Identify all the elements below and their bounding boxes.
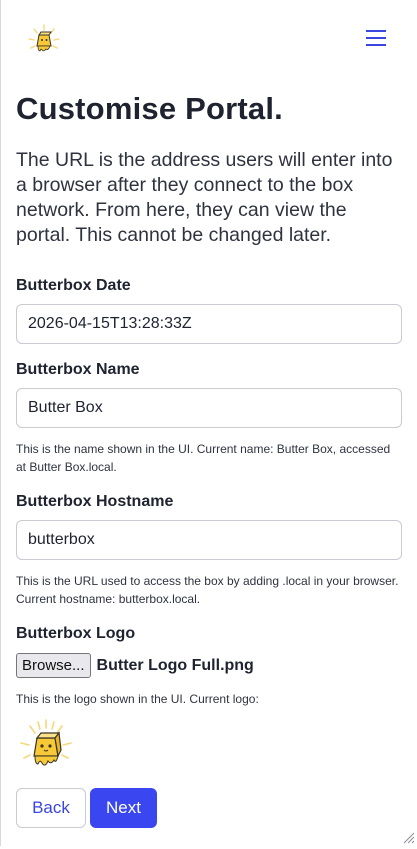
page-description: The URL is the address users will enter …	[16, 149, 393, 246]
next-button[interactable]: Next	[90, 788, 157, 828]
logo-label: Butterbox Logo	[16, 625, 136, 642]
page-title: Customise Portal.	[16, 91, 283, 126]
hostname-value: butterbox	[28, 531, 95, 548]
current-logo-image	[16, 716, 76, 776]
logo-help-text: This is the logo shown in the UI. Curren…	[16, 692, 259, 706]
top-bar	[0, 0, 417, 80]
window-edge	[0, 0, 1, 846]
name-value: Butter Box	[28, 399, 103, 416]
date-field[interactable]: 2026-04-15T13:28:33Z	[16, 304, 402, 344]
resize-handle-icon[interactable]	[401, 830, 415, 844]
logo-file-input: Browse... Butter Logo Full.png	[16, 653, 254, 678]
name-help-text: This is the name shown in the UI. Curren…	[16, 442, 391, 474]
date-value: 2026-04-15T13:28:33Z	[28, 315, 192, 332]
hostname-field[interactable]: butterbox	[16, 520, 402, 560]
hostname-help-text: This is the URL used to access the box b…	[16, 574, 399, 606]
selected-file-name: Butter Logo Full.png	[96, 656, 254, 674]
date-label: Butterbox Date	[16, 277, 131, 294]
hamburger-menu-icon[interactable]	[361, 25, 391, 53]
hostname-label: Butterbox Hostname	[16, 493, 174, 510]
main-content: Customise Portal. The URL is the address…	[16, 90, 402, 248]
name-field[interactable]: Butter Box	[16, 388, 402, 428]
butter-mascot-icon[interactable]	[26, 22, 62, 58]
browse-button[interactable]: Browse...	[16, 653, 91, 678]
name-label: Butterbox Name	[16, 361, 140, 378]
back-button[interactable]: Back	[16, 788, 86, 828]
